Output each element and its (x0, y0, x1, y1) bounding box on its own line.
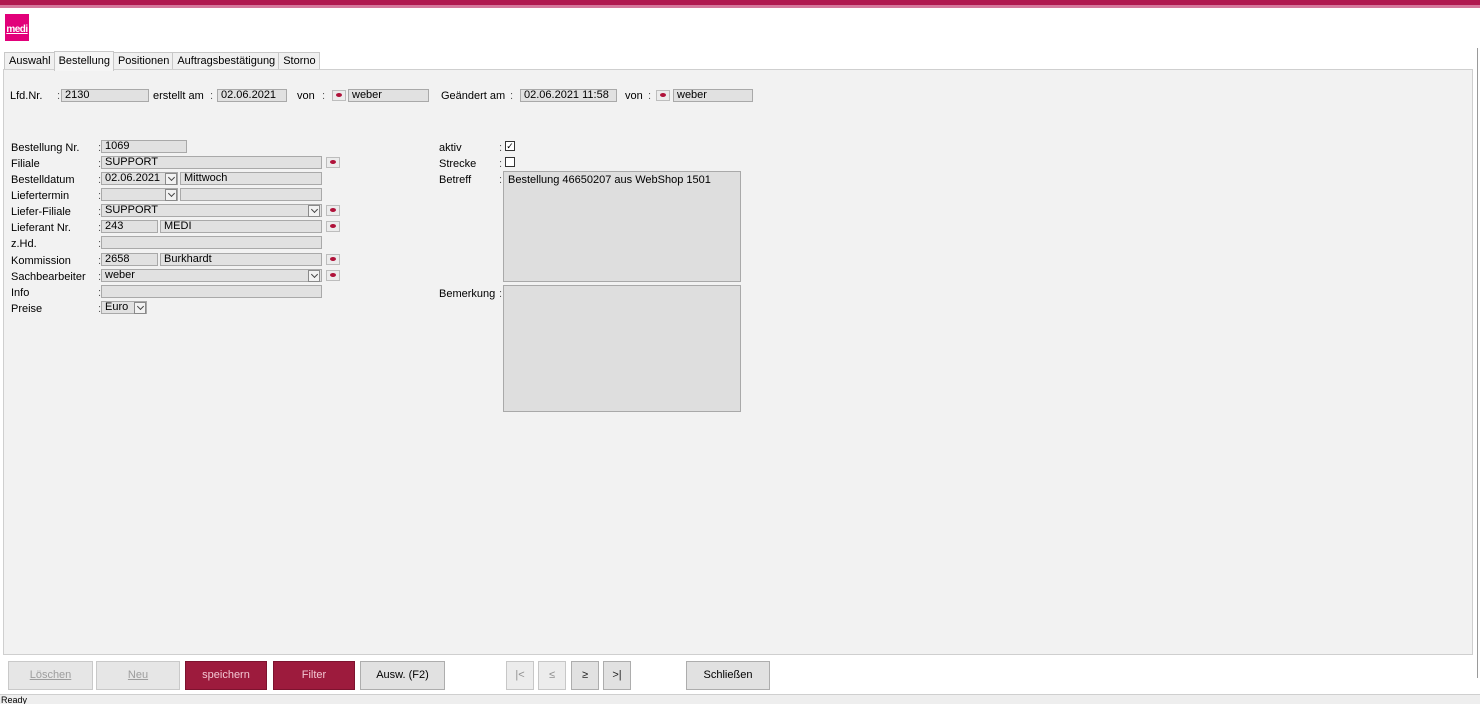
colon: : (322, 90, 326, 102)
lieferant-nr-field[interactable]: 243 (101, 220, 158, 233)
betreff-label: Betreff (439, 174, 472, 186)
bestellung-nr-label: Bestellung Nr. (11, 142, 80, 154)
bemerkung-textarea[interactable] (503, 285, 741, 412)
tab-bestellung[interactable]: Bestellung (53, 51, 114, 71)
lieferant-eye-icon[interactable] (326, 221, 340, 232)
strecke-label: Strecke (439, 158, 477, 170)
schliessen-button[interactable]: Schließen (686, 661, 770, 690)
colon: : (510, 90, 514, 102)
liefer-filiale-select[interactable]: SUPPORT (101, 204, 322, 217)
bemerkung-label: Bemerkung (439, 288, 496, 300)
lieferant-name-field: MEDI (160, 220, 322, 233)
bestelldatum-dropdown-icon[interactable] (165, 173, 177, 185)
filiale-field[interactable]: SUPPORT (101, 156, 322, 169)
first-record-button[interactable]: |< (506, 661, 534, 690)
von-label: von (297, 90, 315, 102)
info-field[interactable] (101, 285, 322, 298)
tab-storno[interactable]: Storno (278, 52, 320, 70)
info-label: Info (11, 287, 30, 299)
previous-record-button[interactable]: ≤ (538, 661, 566, 690)
kommission-nr-field[interactable]: 2658 (101, 253, 158, 266)
view-eye-icon[interactable] (656, 90, 670, 101)
zhd-field[interactable] (101, 236, 322, 249)
lfdnr-label: Lfd.Nr. (10, 90, 43, 102)
sachbearbeiter-eye-icon[interactable] (326, 270, 340, 281)
colon: : (57, 90, 61, 102)
bestelldatum-label: Bestelldatum (11, 174, 75, 186)
sachbearbeiter-label: Sachbearbeiter (11, 271, 86, 283)
tab-auftragsbestaetigung[interactable]: Auftragsbestätigung (172, 52, 280, 70)
filiale-label: Filiale (11, 158, 40, 170)
bestelldatum-day-field: Mittwoch (180, 172, 322, 185)
speichern-button[interactable]: speichern (185, 661, 267, 690)
erstellt-von-field[interactable]: weber (348, 89, 429, 102)
medi-logo: medi (5, 14, 29, 41)
zhd-label: z.Hd. (11, 238, 37, 250)
next-record-button[interactable]: ≥ (571, 661, 599, 690)
liefer-filiale-eye-icon[interactable] (326, 205, 340, 216)
colon: : (648, 90, 652, 102)
liefertermin-day-field (180, 188, 322, 201)
liefertermin-dropdown-icon[interactable] (165, 189, 177, 201)
aktiv-label: aktiv (439, 142, 462, 154)
lfdnr-field[interactable]: 2130 (61, 89, 149, 102)
filter-button[interactable]: Filter (273, 661, 355, 690)
preise-label: Preise (11, 303, 43, 315)
kommission-eye-icon[interactable] (326, 254, 340, 265)
geaendert-von-field[interactable]: weber (673, 89, 753, 102)
strecke-checkbox[interactable] (505, 157, 515, 167)
aktiv-checkbox[interactable]: ✓ (505, 141, 515, 151)
geaendert-am-label: Geändert am (441, 90, 506, 102)
sachbearbeiter-dropdown-icon[interactable] (308, 270, 320, 282)
filiale-eye-icon[interactable] (326, 157, 340, 168)
colon: : (499, 142, 503, 154)
view-eye-icon[interactable] (332, 90, 346, 101)
auswahl-f2-button[interactable]: Ausw. (F2) (360, 661, 445, 690)
preise-dropdown-icon[interactable] (134, 302, 146, 314)
lieferant-nr-label: Lieferant Nr. (11, 222, 71, 234)
window-top-bar (0, 0, 1480, 8)
geaendert-am-field[interactable]: 02.06.2021 11:58 (520, 89, 617, 102)
liefer-filiale-dropdown-icon[interactable] (308, 205, 320, 217)
last-record-button[interactable]: >| (603, 661, 631, 690)
tab-positionen[interactable]: Positionen (112, 52, 174, 70)
betreff-textarea[interactable]: Bestellung 46650207 aus WebShop 1501 (503, 171, 741, 282)
sachbearbeiter-select[interactable]: weber (101, 269, 322, 282)
window-right-border (1477, 48, 1478, 678)
tab-bar: Auswahl Bestellung Positionen Auftragsbe… (4, 51, 320, 71)
colon: : (499, 158, 503, 170)
kommission-label: Kommission (11, 255, 71, 267)
liefer-filiale-label: Liefer-Filiale (11, 206, 71, 218)
loeschen-button[interactable]: Löschen (8, 661, 93, 690)
erstellt-am-field[interactable]: 02.06.2021 (217, 89, 287, 102)
liefertermin-label: Liefertermin (11, 190, 70, 202)
von-label: von (625, 90, 643, 102)
colon: : (499, 288, 503, 300)
colon: : (210, 90, 214, 102)
colon: : (499, 174, 503, 186)
tab-auswahl[interactable]: Auswahl (4, 52, 55, 70)
erstellt-am-label: erstellt am (153, 90, 204, 102)
bestellung-nr-field[interactable]: 1069 (101, 140, 187, 153)
neu-button[interactable]: Neu (96, 661, 180, 690)
kommission-name-field: Burkhardt (160, 253, 322, 266)
status-bar: Ready (0, 694, 1480, 704)
